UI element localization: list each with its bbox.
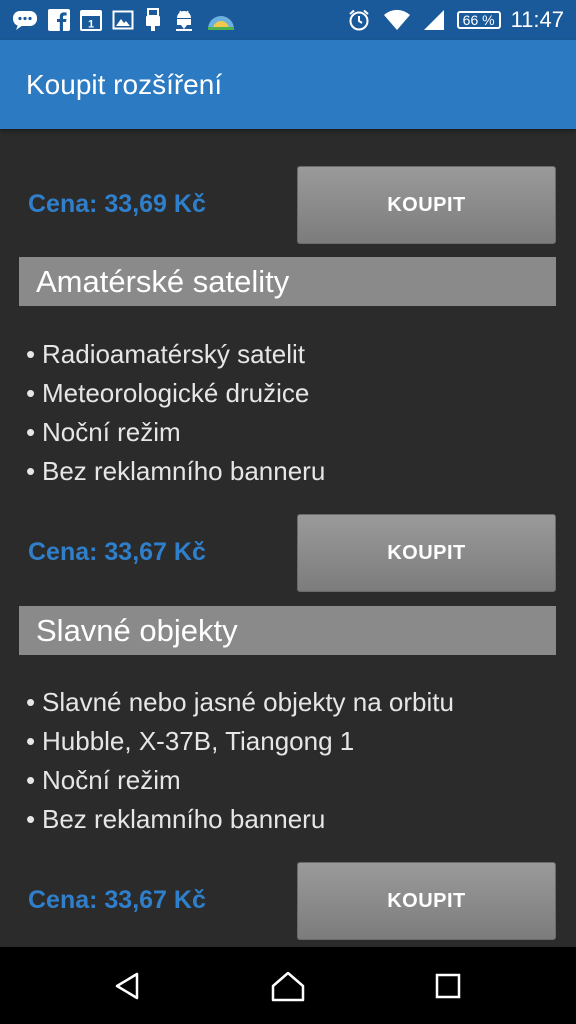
buy-button[interactable]: KOUPIT [297,166,556,244]
list-item: • Meteorologické družice [26,374,325,413]
usb-icon [144,8,162,32]
price-label: Cena: 33,67 Kč [28,886,206,914]
price-label: Cena: 33,69 Kč [28,190,206,218]
recents-button[interactable] [408,956,488,1016]
feature-list: • Slavné nebo jasné objekty na orbitu • Hu… [26,683,454,839]
buy-row: Cena: 33,67 Kč KOUPIT [0,862,576,940]
image-icon [112,9,134,31]
battery-indicator: 66 % [456,11,501,29]
buy-row: Cena: 33,67 Kč KOUPIT [0,514,576,592]
app-bar: Koupit rozšíření [0,40,576,129]
alarm-icon [347,8,371,32]
calendar-icon: 1 [80,9,102,31]
wifi-icon [383,9,411,31]
buy-button[interactable]: KOUPIT [297,862,556,940]
bullet: • [26,726,36,756]
list-item: • Bez reklamního banneru [26,452,325,491]
home-icon [271,971,305,1001]
page-title: Koupit rozšíření [26,68,223,100]
facebook-icon [48,9,70,31]
feature-list: • Radioamatérský satelit • Meteorologické … [26,335,325,491]
buy-button[interactable]: KOUPIT [297,514,556,592]
bullet: • [26,417,36,447]
product-list[interactable]: Cena: 33,69 Kč KOUPIT Amatérské satelity… [0,129,576,947]
svg-text:1: 1 [88,19,94,31]
back-icon [115,972,139,999]
back-button[interactable] [88,956,168,1016]
list-item: • Noční režim [26,761,454,800]
home-button[interactable] [248,956,328,1016]
bullet: • [26,339,36,369]
list-item: • Hubble, X-37B, Tiangong 1 [26,722,454,761]
list-item: • Noční režim [26,413,325,452]
section-header-amateur-satellites: Amatérské satelity [19,257,556,306]
bullet: • [26,456,36,486]
chat-icon [12,9,38,31]
weather-icon [206,9,236,31]
bullet: • [26,378,36,408]
recents-icon [435,973,461,998]
status-time: 11:47 [510,7,564,32]
bullet: • [26,687,36,717]
section-header-famous-objects: Slavné objekty [19,606,556,655]
status-bar-notifications: 1 [12,8,246,32]
bullet: • [26,804,36,834]
list-item: • Radioamatérský satelit [26,335,325,374]
bullet: • [26,765,36,795]
price-label: Cena: 33,67 Kč [28,538,206,566]
status-bar: 1 66 % 11:47 [0,0,576,40]
buy-row: Cena: 33,69 Kč KOUPIT [0,166,576,244]
signal-icon [423,9,445,31]
navigation-bar [0,947,576,1024]
status-bar-system: 66 % 11:47 [335,7,564,33]
list-item: • Slavné nebo jasné objekty na orbitu [26,683,454,722]
list-item: • Bez reklamního banneru [26,800,454,839]
android-download-icon [172,8,196,32]
